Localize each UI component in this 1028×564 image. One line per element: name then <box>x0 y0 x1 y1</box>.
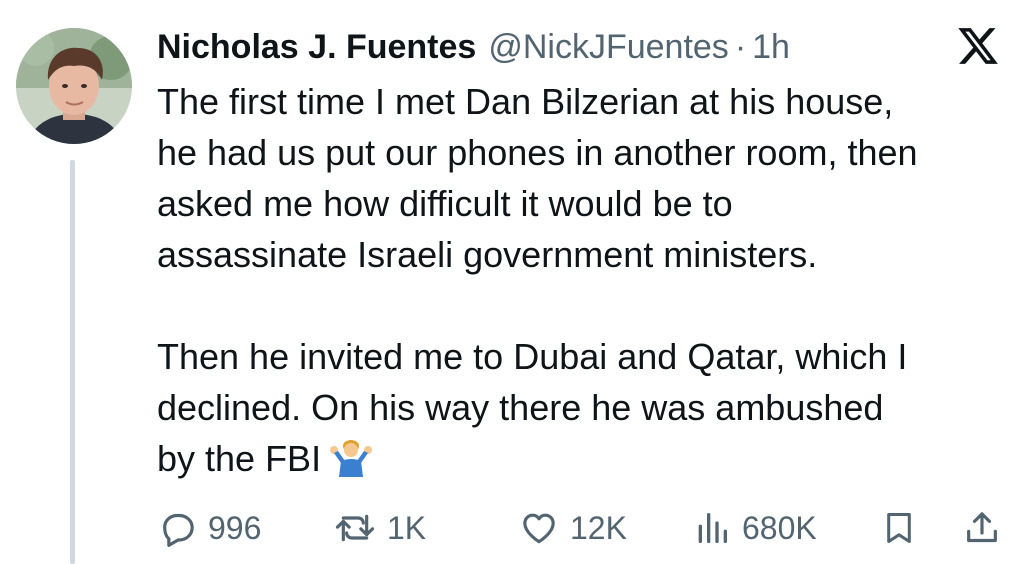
share-button[interactable] <box>962 500 1002 556</box>
separator-dot: · <box>734 28 747 66</box>
tweet-text: The first time I met Dan Bilzerian at hi… <box>157 76 1017 484</box>
tweet-paragraph: Then he invited me to Dubai and Qatar, w… <box>157 331 1017 484</box>
views-button[interactable]: 680K <box>692 500 817 556</box>
x-logo-icon <box>958 28 998 64</box>
repost-button[interactable]: 1K <box>333 500 426 556</box>
share-icon <box>967 512 997 543</box>
display-name[interactable]: Nicholas J. Fuentes <box>157 22 476 72</box>
avatar-image <box>16 28 132 144</box>
tweet: Nicholas J. Fuentes @NickJFuentes · 1h T… <box>0 0 1028 564</box>
bookmark-icon <box>887 513 911 543</box>
user-handle[interactable]: @NickJFuentes <box>488 22 728 72</box>
tweet-paragraph: The first time I met Dan Bilzerian at hi… <box>157 81 918 275</box>
timestamp[interactable]: 1h <box>752 22 790 72</box>
repost-count: 1K <box>387 509 427 546</box>
views-count: 680K <box>742 509 817 546</box>
like-count: 12K <box>570 509 627 546</box>
heart-icon <box>523 513 555 544</box>
man-shrugging-icon <box>330 440 373 477</box>
tweet-header: Nicholas J. Fuentes @NickJFuentes · 1h <box>157 22 790 72</box>
avatar[interactable] <box>16 28 132 144</box>
reply-icon <box>163 513 194 547</box>
reply-count: 996 <box>208 509 262 546</box>
reply-button[interactable]: 996 <box>158 500 261 556</box>
views-icon <box>698 513 727 543</box>
like-button[interactable]: 12K <box>518 500 627 556</box>
repost-icon <box>335 514 375 542</box>
tweet-paragraph-text: Then he invited me to Dubai and Qatar, w… <box>157 336 908 479</box>
bookmark-button[interactable] <box>880 500 918 556</box>
action-bar: 996 1K 12K 680K <box>0 500 1028 556</box>
